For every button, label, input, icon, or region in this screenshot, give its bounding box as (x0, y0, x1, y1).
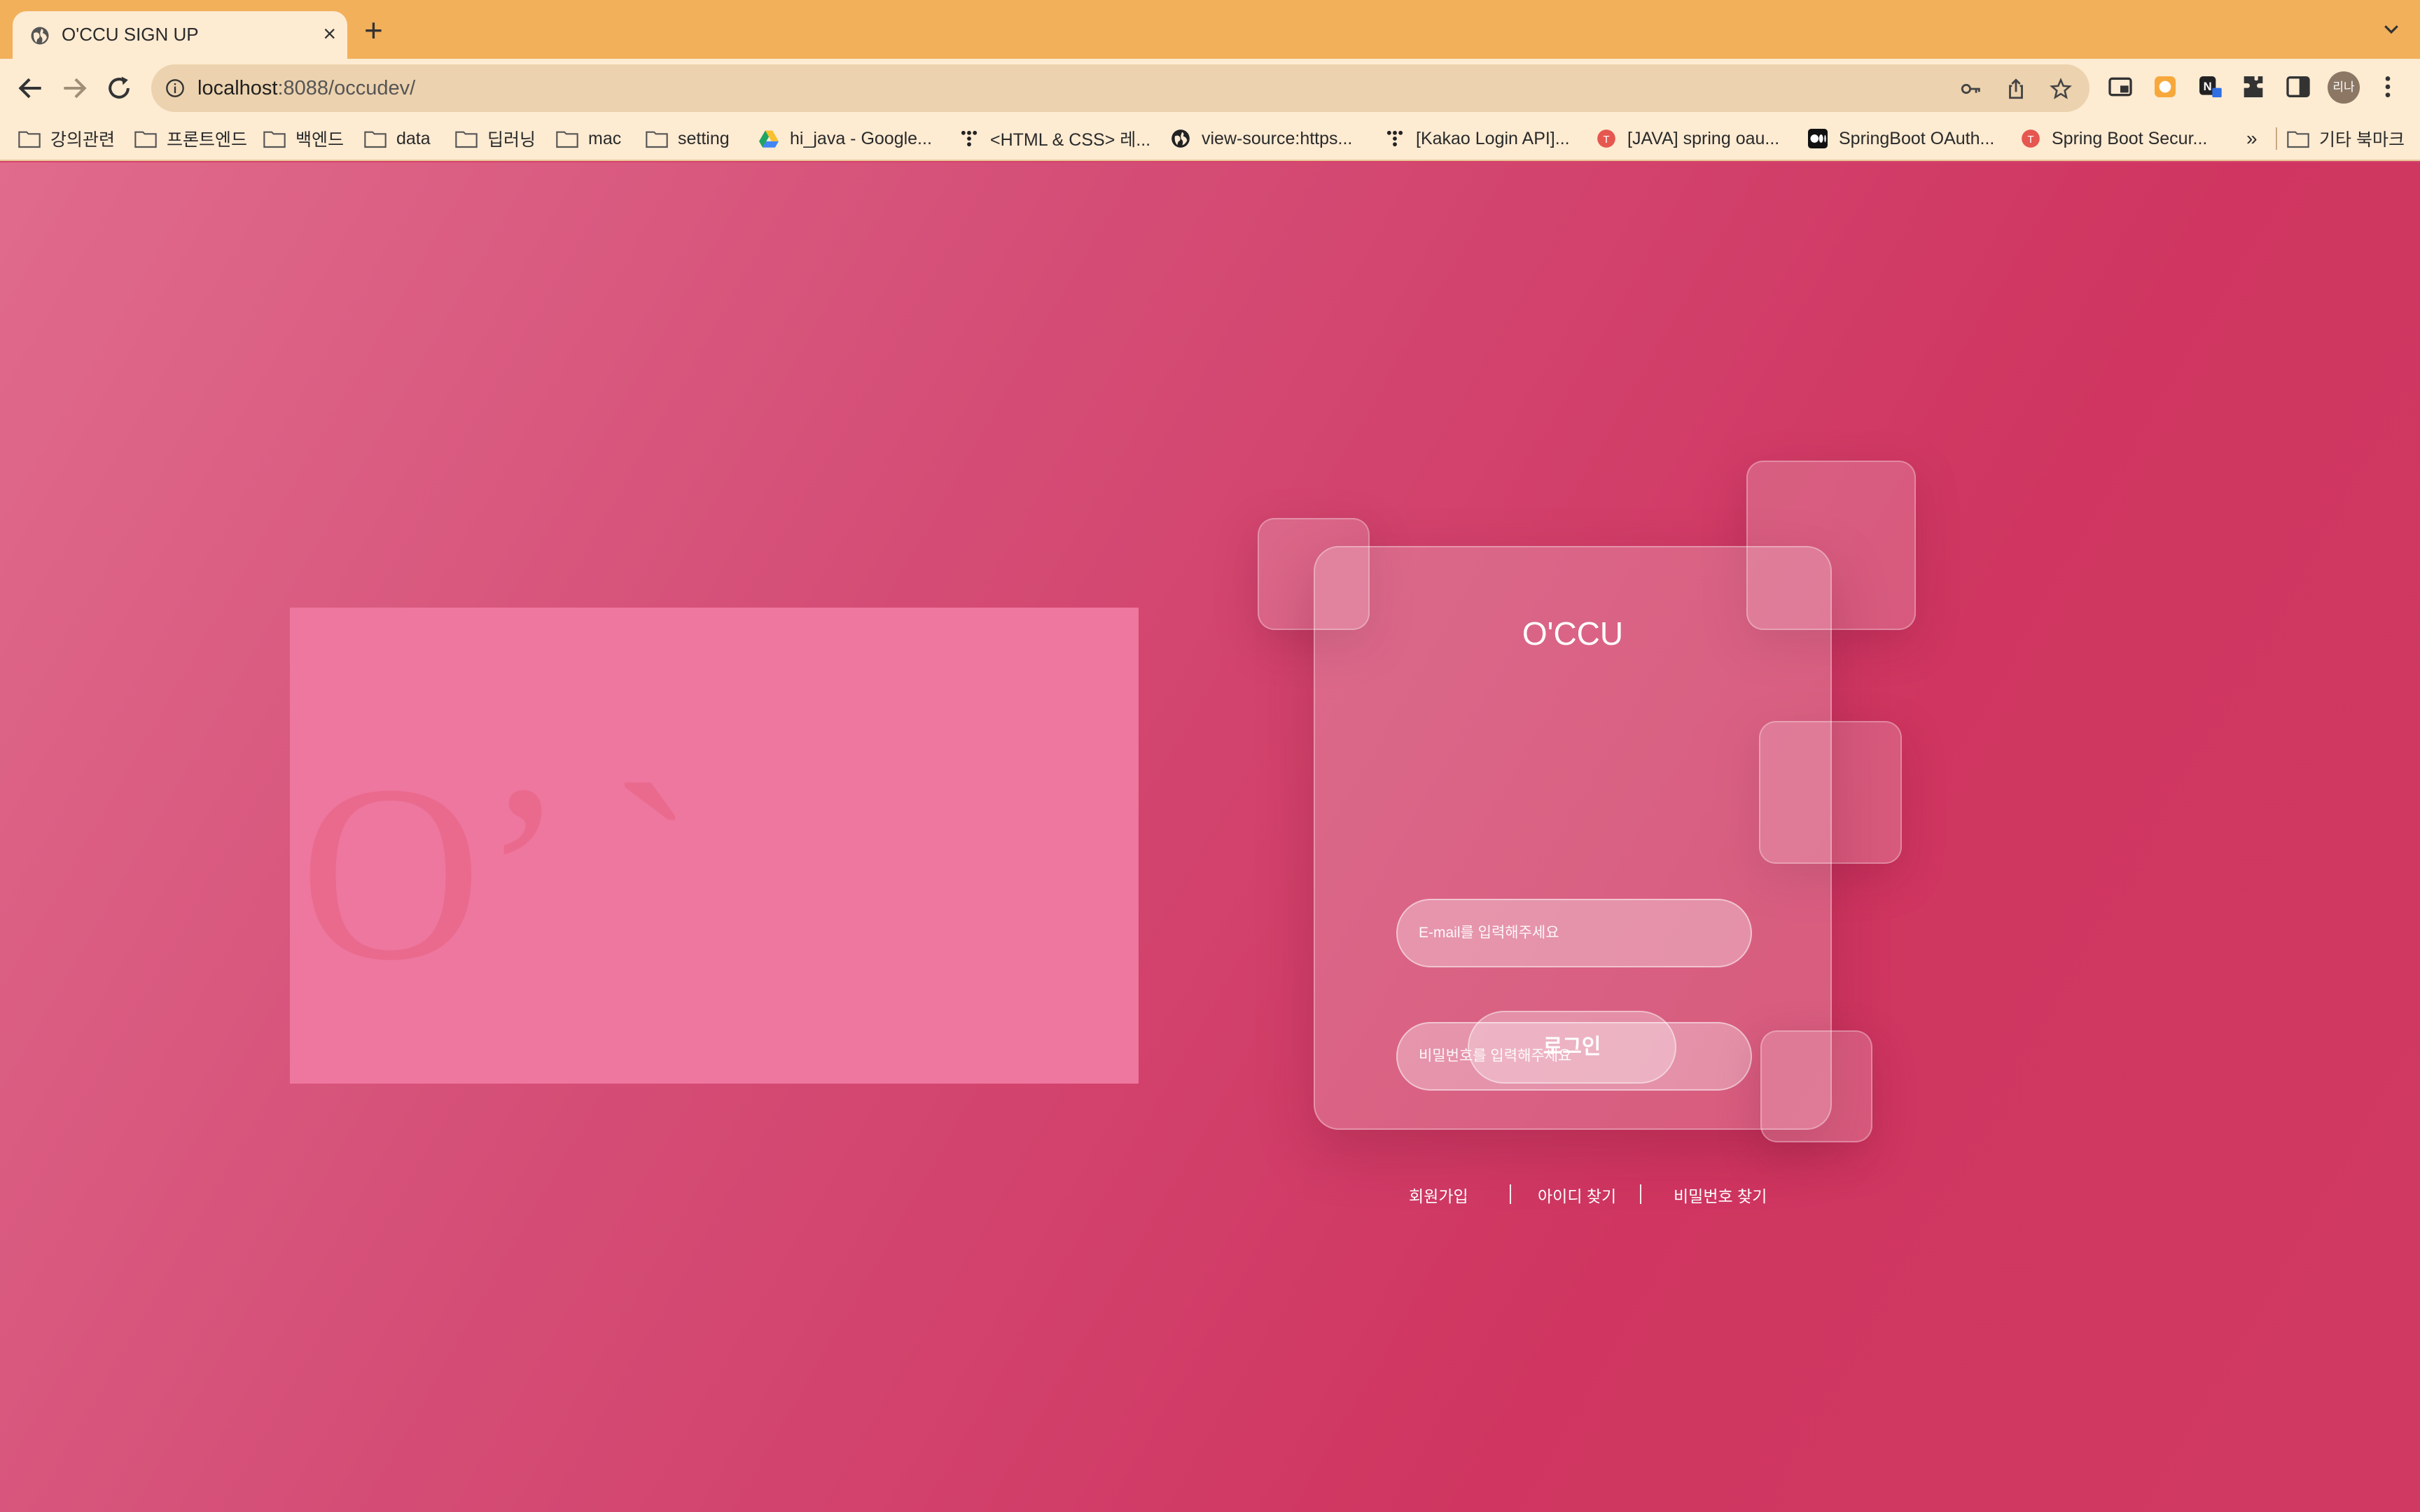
bookmark-folder[interactable]: 프론트엔드 (134, 126, 247, 151)
login-button-label: 로그인 (1543, 1035, 1601, 1058)
extension-orange-icon[interactable] (2151, 73, 2179, 101)
find-id-link[interactable]: 아이디 찾기 (1538, 1183, 1616, 1207)
more-vertical-icon[interactable] (2374, 73, 2402, 101)
email-field[interactable] (1396, 899, 1752, 967)
bookmark-link[interactable]: T [JAVA] spring oau... (1595, 126, 1779, 151)
tab-strip: O'CCU SIGN UP × + (0, 0, 2420, 59)
folder-icon (2287, 131, 2309, 148)
tab-title: O'CCU SIGN UP (62, 24, 199, 45)
new-tab-button[interactable]: + (364, 14, 383, 46)
bookmark-folder[interactable]: 백엔드 (263, 126, 344, 151)
globe-icon (1171, 130, 1190, 148)
login-button[interactable]: 로그인 (1468, 1011, 1676, 1084)
google-drive-icon (759, 130, 779, 148)
folder-icon (134, 131, 157, 148)
card-title: O'CCU (1522, 615, 1624, 652)
side-panel-icon[interactable] (2284, 73, 2312, 101)
folder-icon (556, 131, 578, 148)
glass-square-decor (1760, 1030, 1872, 1142)
url-text: localhost:8088/occudev/ (197, 77, 416, 99)
bookmark-link[interactable]: T Spring Boot Secur... (2019, 126, 2207, 151)
medium-icon (1808, 129, 1828, 148)
link-divider (1510, 1184, 1511, 1204)
bookmarks-bar: 강의관련 프론트엔드 백엔드 data 딥러닝 mac setting hi_j… (0, 116, 2420, 161)
bookmark-folder[interactable]: setting (646, 126, 730, 151)
extension-dark-icon[interactable]: N (2196, 73, 2224, 101)
bookmark-star-icon[interactable] (2049, 77, 2073, 101)
bookmark-link[interactable]: SpringBoot OAuth... (1807, 126, 1994, 151)
share-icon[interactable] (2004, 77, 2028, 101)
address-bar[interactable]: localhost:8088/occudev/ (151, 64, 2089, 112)
bookmark-folder[interactable]: 딥러닝 (455, 126, 536, 151)
back-arrow-icon[interactable] (15, 73, 46, 104)
tab-close-button[interactable]: × (323, 21, 336, 46)
folder-icon (455, 131, 478, 148)
reload-icon[interactable] (104, 73, 134, 104)
bookmark-link[interactable]: hi_java - Google... (758, 126, 932, 151)
info-icon[interactable] (165, 78, 185, 98)
profile-avatar[interactable]: 리나 (2328, 71, 2360, 104)
signup-link[interactable]: 회원가입 (1409, 1183, 1468, 1207)
tistory-icon (1386, 130, 1403, 147)
intro-text: O’ ` (300, 733, 694, 1012)
folder-icon (263, 131, 286, 148)
link-divider (1640, 1184, 1641, 1204)
find-password-link[interactable]: 비밀번호 찾기 (1674, 1183, 1767, 1207)
bookmark-link[interactable]: <HTML & CSS> 레... (958, 126, 1150, 151)
bookmark-separator (2276, 127, 2277, 150)
bookmark-link[interactable]: view-source:https... (1169, 126, 1352, 151)
bookmark-folder[interactable]: data (364, 126, 431, 151)
chevron-down-icon[interactable] (2381, 18, 2402, 39)
svg-text:N: N (2204, 80, 2212, 93)
velog-icon: T (1597, 130, 1615, 148)
email-input[interactable] (1398, 900, 1751, 966)
login-page: O’ ` O'CCU 로그인 회원가입 아이디 찾기 비밀번호 찾기 (0, 162, 2420, 1512)
bookmark-folder[interactable]: 강의관련 (18, 126, 115, 151)
bookmark-link[interactable]: [Kakao Login API]... (1384, 126, 1570, 151)
folder-icon (364, 131, 387, 148)
bookmark-folder[interactable]: mac (556, 126, 621, 151)
other-bookmarks-folder[interactable]: 기타 북마크 (2287, 126, 2405, 151)
svg-text:T: T (2027, 134, 2033, 146)
folder-icon (18, 131, 41, 148)
folder-icon (646, 131, 668, 148)
auth-links: 회원가입 아이디 찾기 비밀번호 찾기 (0, 1183, 2420, 1211)
velog-icon: T (2022, 130, 2040, 148)
svg-text:T: T (1603, 134, 1609, 146)
active-tab[interactable]: O'CCU SIGN UP × (13, 11, 347, 59)
tistory-icon (961, 130, 978, 147)
browser-toolbar: localhost:8088/occudev/ N 리나 (0, 59, 2420, 116)
puzzle-extensions-icon[interactable] (2239, 73, 2267, 101)
forward-arrow-icon[interactable] (59, 73, 90, 104)
picture-in-picture-icon[interactable] (2106, 73, 2134, 101)
bookmarks-overflow-button[interactable]: » (2246, 126, 2258, 151)
intro-text-art: O’ ` (300, 733, 694, 1012)
intro-animation-panel: O’ ` (290, 608, 1139, 1084)
globe-icon (31, 27, 49, 45)
key-icon[interactable] (1959, 77, 1983, 101)
